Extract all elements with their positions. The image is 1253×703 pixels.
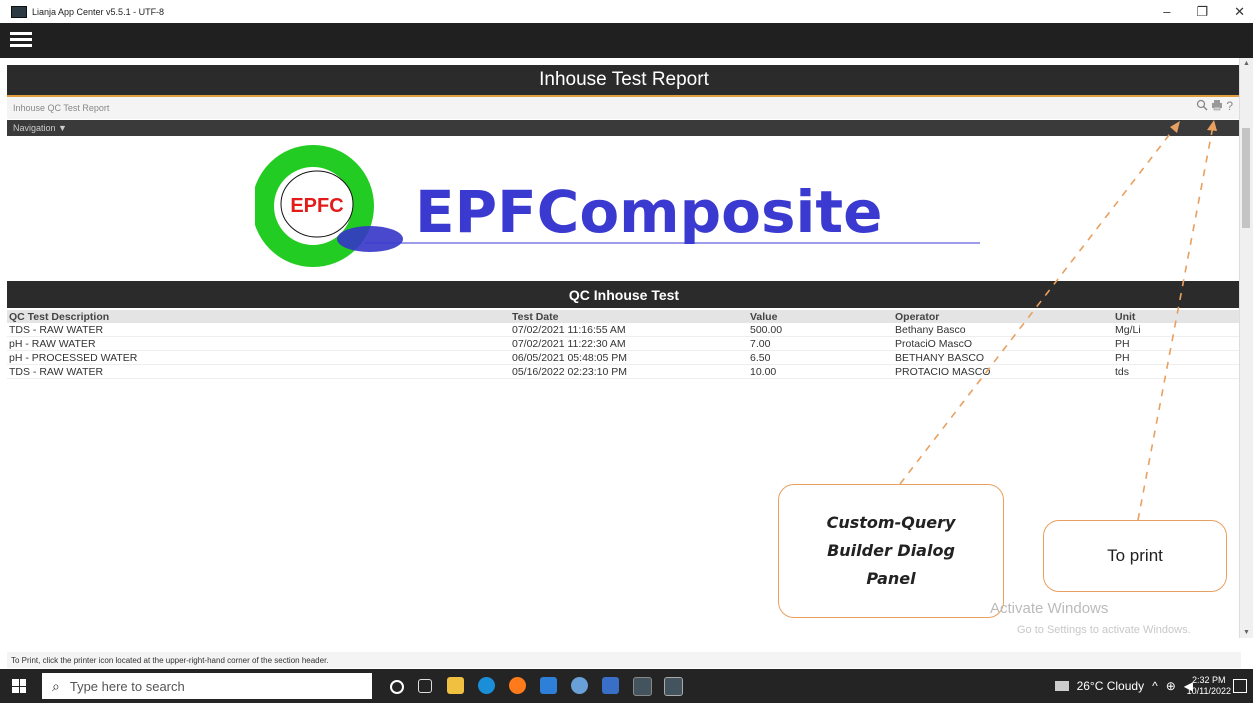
close-button[interactable]: ✕ <box>1234 4 1245 20</box>
logo-badge-text: EPFC <box>290 195 343 217</box>
taskbar-clock[interactable]: 2:32 PM 10/11/2022 <box>1187 675 1231 697</box>
weather-icon[interactable] <box>1054 681 1069 691</box>
vertical-scrollbar[interactable]: ▲ ▼ <box>1239 58 1253 638</box>
activation-watermark-subtext: Go to Settings to activate Windows. <box>1017 624 1191 636</box>
cell-operator: ProtaciO MascO <box>893 336 1113 351</box>
page-title: Inhouse Test Report <box>7 65 1241 97</box>
search-icon: ⌕ <box>52 677 60 694</box>
windows-start-icon[interactable] <box>12 679 26 693</box>
cell-date: 06/05/2021 05:48:05 PM <box>510 350 748 365</box>
cell-description: TDS - RAW WATER <box>7 323 510 337</box>
table-row[interactable]: pH - RAW WATER 07/02/2021 11:22:30 AM 7.… <box>7 336 1241 351</box>
cortana-icon[interactable] <box>390 680 404 694</box>
section-header-icons: ? <box>1196 99 1233 113</box>
show-hidden-icons-icon[interactable]: ^ <box>1152 679 1158 693</box>
print-callout: To print <box>1043 520 1227 592</box>
window-title: Lianja App Center v5.5.1 - UTF-8 <box>32 6 165 17</box>
printer-icon[interactable] <box>1211 99 1223 111</box>
clock-date: 10/11/2022 <box>1186 686 1231 696</box>
cell-operator: PROTACIO MASCO <box>893 364 1113 379</box>
weather-text[interactable]: 26°C Cloudy <box>1077 679 1145 693</box>
navigation-bar[interactable]: Navigation ▼ <box>7 120 1241 136</box>
navigation-dropdown[interactable]: Navigation ▼ <box>13 123 67 133</box>
table-row[interactable]: pH - PROCESSED WATER 06/05/2021 05:48:05… <box>7 350 1241 365</box>
cell-operator: BETHANY BASCO <box>893 350 1113 365</box>
table-header-row: QC Test Description Test Date Value Oper… <box>7 310 1241 323</box>
search-icon[interactable] <box>1196 99 1208 111</box>
logo-wordmark: EPFComposite <box>415 178 882 246</box>
edge-icon[interactable] <box>478 677 495 694</box>
callout-line: Builder Dialog <box>827 541 955 560</box>
callout-line: Custom-Query <box>826 513 956 532</box>
print-callout-text: To print <box>1107 546 1163 565</box>
task-view-icon[interactable] <box>418 679 432 693</box>
column-header[interactable]: QC Test Description <box>7 310 510 323</box>
notifications-icon[interactable] <box>1233 679 1247 693</box>
firefox-icon[interactable] <box>509 677 526 694</box>
taskbar-search-box[interactable]: ⌕ Type here to search <box>42 673 372 699</box>
search-placeholder: Type here to search <box>69 678 185 694</box>
subheader-label: Inhouse QC Test Report <box>13 103 110 113</box>
cell-operator: Bethany Basco <box>893 323 1113 337</box>
column-header[interactable]: Operator <box>893 310 1113 323</box>
cell-value: 10.00 <box>748 364 893 379</box>
windows-taskbar: ⌕ Type here to search 26°C Cloudy ^ ⊕ ◀ … <box>0 669 1253 703</box>
window-controls: – ❐ ✕ <box>1163 0 1245 23</box>
store-icon[interactable] <box>540 677 557 694</box>
cell-unit: tds <box>1113 364 1241 379</box>
system-tray: 26°C Cloudy ^ ⊕ ◀ <box>1054 669 1193 703</box>
app-toolbar <box>0 23 1253 58</box>
section-title: QC Inhouse Test <box>568 286 680 303</box>
page-subheader: Inhouse QC Test Report ? <box>7 97 1241 119</box>
page-title-text: Inhouse Test Report <box>539 69 709 90</box>
cell-value: 500.00 <box>748 323 893 337</box>
activation-watermark: Activate Windows <box>990 600 1109 617</box>
cell-date: 07/02/2021 11:16:55 AM <box>510 323 748 337</box>
scroll-thumb[interactable] <box>1242 128 1250 228</box>
cell-date: 07/02/2021 11:22:30 AM <box>510 336 748 351</box>
help-icon[interactable]: ? <box>1226 99 1233 113</box>
callout-line: Panel <box>866 569 916 588</box>
scroll-up-icon[interactable]: ▲ <box>1243 60 1250 67</box>
lianja-app-center-icon[interactable] <box>664 677 683 696</box>
cell-date: 05/16/2022 02:23:10 PM <box>510 364 748 379</box>
footer-hint-text: To Print, click the printer icon located… <box>11 655 329 665</box>
column-header[interactable]: Test Date <box>510 310 748 323</box>
qc-test-table: QC Test Description Test Date Value Oper… <box>7 310 1241 379</box>
table-row[interactable]: TDS - RAW WATER 07/02/2021 11:16:55 AM 5… <box>7 323 1241 337</box>
column-header[interactable]: Value <box>748 310 893 323</box>
cell-unit: PH <box>1113 350 1241 365</box>
window-titlebar: Lianja App Center v5.5.1 - UTF-8 – ❐ ✕ <box>0 0 1253 23</box>
cell-value: 7.00 <box>748 336 893 351</box>
app-icon <box>11 5 27 18</box>
cell-value: 6.50 <box>748 350 893 365</box>
footer-hint: To Print, click the printer icon located… <box>7 652 1241 668</box>
table-row[interactable]: TDS - RAW WATER 05/16/2022 02:23:10 PM 1… <box>7 364 1241 379</box>
lianja-icon[interactable] <box>633 677 652 696</box>
clock-time: 2:32 PM <box>1192 675 1226 685</box>
network-icon[interactable]: ⊕ <box>1166 679 1176 693</box>
file-explorer-icon[interactable] <box>447 677 464 694</box>
app-icon-feather[interactable] <box>571 677 588 694</box>
section-header: QC Inhouse Test <box>7 281 1241 308</box>
query-builder-callout: Custom-Query Builder Dialog Panel <box>778 484 1004 618</box>
cell-description: pH - RAW WATER <box>7 336 510 351</box>
cell-description: pH - PROCESSED WATER <box>7 350 510 365</box>
word-icon[interactable] <box>602 677 619 694</box>
company-logo: EPFC EPFComposite <box>255 145 980 267</box>
cell-description: TDS - RAW WATER <box>7 364 510 379</box>
scroll-down-icon[interactable]: ▼ <box>1243 629 1250 636</box>
hamburger-menu-icon[interactable] <box>10 29 32 51</box>
column-header[interactable]: Unit <box>1113 310 1241 323</box>
cell-unit: Mg/Li <box>1113 323 1241 337</box>
cell-unit: PH <box>1113 336 1241 351</box>
minimize-button[interactable]: – <box>1163 4 1170 19</box>
maximize-button[interactable]: ❐ <box>1196 4 1208 20</box>
